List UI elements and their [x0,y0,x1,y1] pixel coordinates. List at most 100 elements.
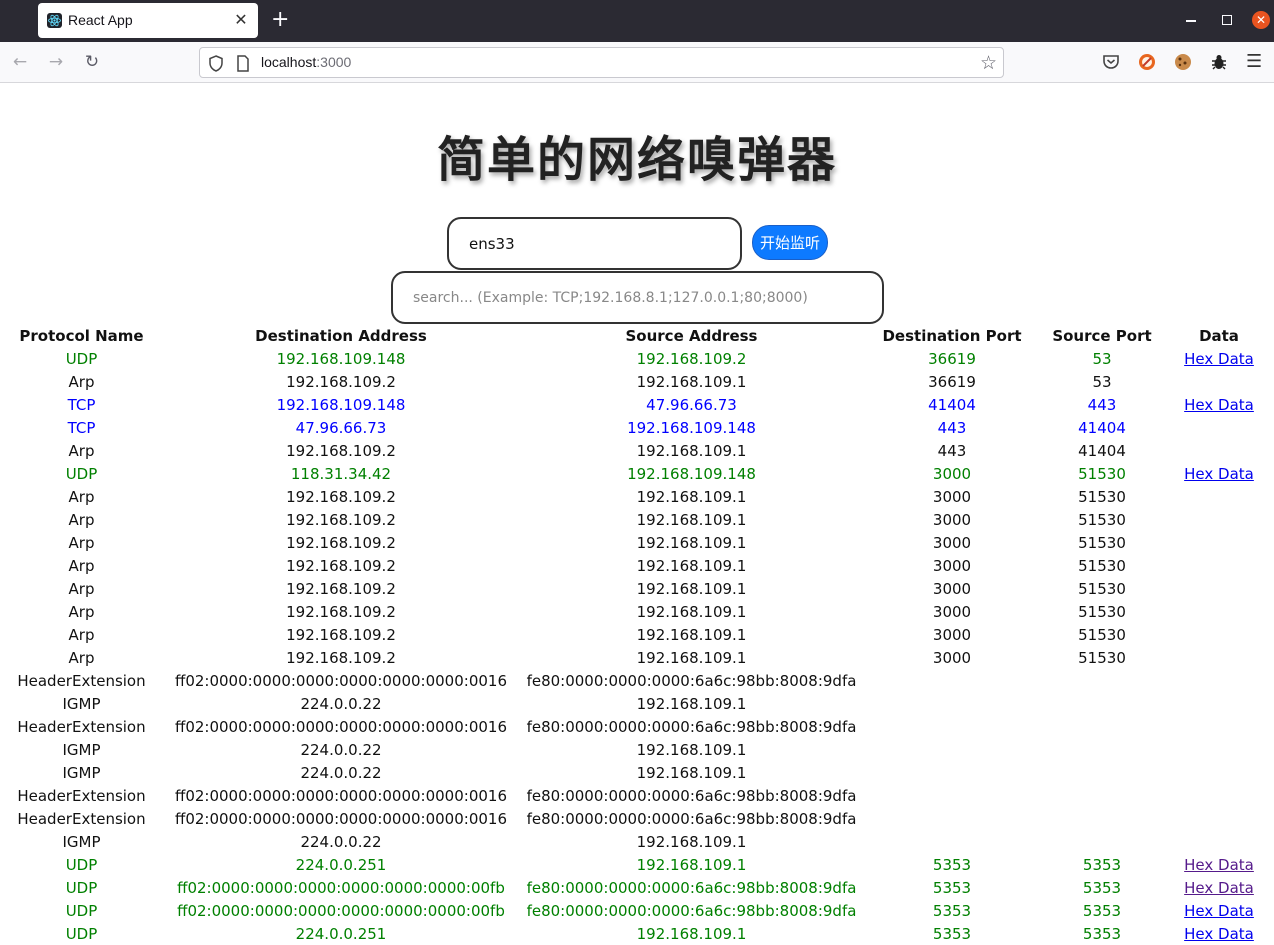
hex-data-link[interactable]: Hex Data [1184,465,1254,483]
reload-icon[interactable]: ↻ [82,52,102,72]
hex-data-link[interactable]: Hex Data [1184,350,1254,368]
table-row: UDP ff02:0000:0000:0000:0000:0000:0000:00… [0,899,1274,922]
cell-destination-address: 192.168.109.2 [286,487,396,506]
interface-input[interactable] [447,217,742,270]
cell-protocol: Arp [68,441,95,460]
cell-source-address: 192.168.109.1 [636,579,747,598]
table-row: HeaderExtension ff02:0000:0000:0000:0000:… [0,807,1274,830]
cell-destination-address: 224.0.0.22 [300,740,382,759]
cell-destination-address: 192.168.109.2 [286,602,396,621]
ublock-extension-icon[interactable] [1138,53,1156,71]
cell-source-address: fe80:0000:0000:0000:6a6c:98bb:8008:9dfa [526,786,857,805]
cell-source-address: 192.168.109.148 [627,418,756,437]
cell-source-port [1040,830,1164,853]
cell-source-port: 51530 [1078,579,1126,598]
cell-destination-port: 443 [937,418,967,437]
cell-destination-port: 3000 [932,648,972,667]
cell-source-address: fe80:0000:0000:0000:6a6c:98bb:8008:9dfa [526,671,857,690]
cell-destination-address: ff02:0000:0000:0000:0000:0000:0000:00fb [177,878,505,897]
cell-data [1164,439,1274,462]
tab-close-icon[interactable]: ✕ [232,10,250,29]
cell-data: Hex Data [1164,853,1274,876]
cell-source-port: 5353 [1082,901,1122,920]
cell-protocol: UDP [65,878,98,897]
minimize-window-icon[interactable] [1186,20,1196,22]
cell-source-address: 192.168.109.2 [636,349,747,368]
cell-source-address: 192.168.109.1 [636,832,747,851]
cell-source-port: 53 [1092,372,1112,391]
table-row: Arp 192.168.109.2 192.168.109.1 3000 51530 [0,531,1274,554]
table-row: UDP ff02:0000:0000:0000:0000:0000:0000:00… [0,876,1274,899]
cell-data: Hex Data [1164,899,1274,922]
cell-source-port [1040,784,1164,807]
hex-data-link[interactable]: Hex Data [1184,396,1254,414]
cell-destination-address: 224.0.0.22 [300,763,382,782]
cell-data [1164,784,1274,807]
cell-data [1164,692,1274,715]
cell-destination-address: 224.0.0.251 [295,924,387,943]
shield-icon[interactable] [208,55,224,76]
cell-protocol: UDP [65,855,98,874]
cell-source-address: 192.168.109.1 [636,694,747,713]
bug-extension-icon[interactable] [1210,53,1228,71]
cell-destination-address: 192.168.109.148 [276,349,406,368]
cell-destination-address: 192.168.109.2 [286,510,396,529]
hex-data-link[interactable]: Hex Data [1184,925,1254,943]
cell-destination-port: 41404 [928,395,976,414]
cell-source-port: 443 [1087,395,1117,414]
table-row: Arp 192.168.109.2 192.168.109.1 3000 51530 [0,485,1274,508]
cell-destination-port [864,738,1040,761]
cell-source-port: 51530 [1078,648,1126,667]
cell-protocol: UDP [65,901,98,920]
cell-destination-port: 3000 [932,510,972,529]
url-text[interactable]: localhost:3000 [261,54,351,70]
start-listening-button[interactable]: 开始监听 [752,225,828,260]
cell-protocol: Arp [68,533,95,552]
cell-destination-address: 192.168.109.2 [286,556,396,575]
cell-source-address: fe80:0000:0000:0000:6a6c:98bb:8008:9dfa [526,717,857,736]
new-tab-button[interactable]: + [271,8,289,32]
cell-source-port: 51530 [1078,487,1126,506]
cell-destination-address: ff02:0000:0000:0000:0000:0000:0000:0016 [174,717,507,736]
cell-source-address: 192.168.109.1 [636,740,747,759]
cell-destination-address: ff02:0000:0000:0000:0000:0000:0000:0016 [174,809,507,828]
pocket-icon[interactable] [1102,53,1120,71]
maximize-window-icon[interactable] [1222,15,1232,25]
table-row: Arp 192.168.109.2 192.168.109.1 3000 51530 [0,577,1274,600]
hamburger-menu-icon[interactable]: ☰ [1246,53,1264,71]
cookie-extension-icon[interactable] [1174,53,1192,71]
cell-protocol: Arp [68,510,95,529]
hex-data-link[interactable]: Hex Data [1184,856,1254,874]
table-row: TCP 47.96.66.73 192.168.109.148 443 41404 [0,416,1274,439]
cell-source-address: 192.168.109.1 [636,924,747,943]
cell-protocol: Arp [68,625,95,644]
hex-data-link[interactable]: Hex Data [1184,902,1254,920]
cell-destination-port: 36619 [928,349,976,368]
cell-destination-address: 224.0.0.22 [300,832,382,851]
table-row: HeaderExtension ff02:0000:0000:0000:0000:… [0,715,1274,738]
cell-source-port [1040,807,1164,830]
cell-destination-port: 5353 [932,878,972,897]
table-row: IGMP 224.0.0.22 192.168.109.1 [0,761,1274,784]
cell-protocol: HeaderExtension [17,809,146,828]
cell-destination-port: 3000 [932,602,972,621]
url-bar[interactable]: localhost:3000 ☆ [199,47,1004,78]
close-window-icon[interactable]: ✕ [1252,11,1270,29]
back-arrow-icon[interactable]: ← [10,52,30,72]
search-input[interactable] [391,271,884,324]
cell-data [1164,554,1274,577]
cell-destination-port: 3000 [932,487,972,506]
cell-source-address: 192.168.109.1 [636,602,747,621]
forward-arrow-icon[interactable]: → [46,52,66,72]
cell-source-address: 192.168.109.1 [636,648,747,667]
cell-destination-port: 443 [937,441,967,460]
table-row: Arp 192.168.109.2 192.168.109.1 3000 51530 [0,508,1274,531]
table-row: IGMP 224.0.0.22 192.168.109.1 [0,692,1274,715]
cell-source-address: 192.168.109.1 [636,510,747,529]
cell-destination-address: ff02:0000:0000:0000:0000:0000:0000:0016 [174,671,507,690]
hex-data-link[interactable]: Hex Data [1184,879,1254,897]
bookmark-star-icon[interactable]: ☆ [980,52,997,74]
browser-tab[interactable]: React App ✕ [38,3,258,38]
cell-data [1164,646,1274,669]
table-row: UDP 192.168.109.148 192.168.109.2 36619 53 He… [0,347,1274,370]
